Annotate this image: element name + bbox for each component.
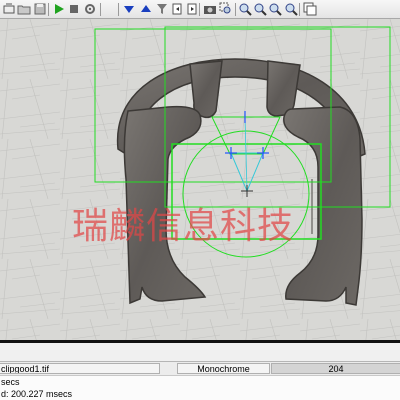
arrow-up-icon[interactable] — [139, 2, 153, 16]
status-pixel-value: 204 — [271, 363, 400, 374]
filter-icon[interactable] — [155, 2, 169, 16]
toolbar-separator — [100, 3, 101, 16]
toolbar-separator — [299, 3, 300, 16]
copy-window-icon[interactable] — [303, 2, 317, 16]
open-folder-icon[interactable] — [17, 2, 31, 16]
image-viewer[interactable]: 瑞麟信息科技 — [0, 19, 400, 340]
log-line: d: 200.227 msecs — [1, 389, 73, 399]
image-border — [0, 340, 400, 343]
toolbar-separator — [235, 3, 236, 16]
log-panel: secs d: 200.227 msecs — [0, 375, 400, 400]
status-color-mode: Monochrome — [177, 363, 270, 374]
run-icon[interactable] — [52, 2, 66, 16]
toolbar — [0, 0, 400, 19]
arrow-down-icon[interactable] — [122, 2, 136, 16]
settings-icon[interactable] — [83, 2, 97, 16]
log-line: secs — [1, 377, 20, 387]
status-filename: clipgood1.tif — [0, 363, 160, 374]
zoom-actual-icon[interactable] — [284, 2, 298, 16]
toolbar-separator — [199, 3, 200, 16]
tool-icon[interactable] — [2, 2, 16, 16]
page-left-icon[interactable] — [170, 2, 184, 16]
inspection-image — [0, 19, 400, 340]
toolbar-separator — [48, 3, 49, 16]
zoom-fit-icon[interactable] — [268, 2, 282, 16]
watermark-text: 瑞麟信息科技 — [72, 206, 295, 247]
toolbar-separator — [118, 3, 119, 16]
stop-icon[interactable] — [67, 2, 81, 16]
save-icon[interactable] — [33, 2, 47, 16]
status-bar: clipgood1.tif Monochrome 204 — [0, 361, 400, 375]
zoom-out-icon[interactable] — [253, 2, 267, 16]
zoom-select-icon[interactable] — [219, 2, 233, 16]
camera-icon[interactable] — [203, 2, 217, 16]
page-right-icon[interactable] — [185, 2, 199, 16]
zoom-in-icon[interactable] — [238, 2, 252, 16]
